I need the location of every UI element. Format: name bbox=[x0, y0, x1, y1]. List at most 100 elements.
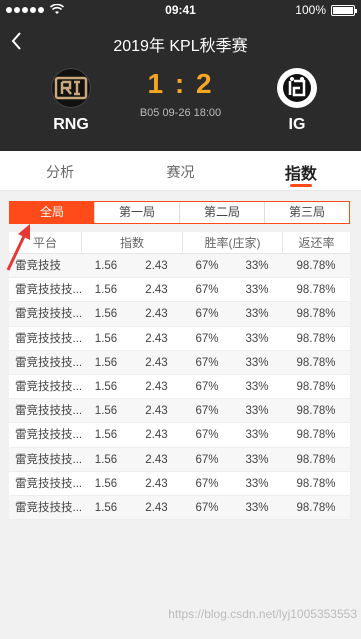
cell-odds-away: 2.43 bbox=[145, 284, 168, 297]
cell-return-rate: 98.78% bbox=[296, 477, 336, 490]
cell-return-rate: 98.78% bbox=[296, 501, 336, 514]
cell-return-rate: 98.78% bbox=[296, 453, 336, 466]
table-row[interactable]: 雷竞技技技... 1.56 2.43 67% 33% 98.78% bbox=[9, 423, 350, 448]
cell-winrate-home: 67% bbox=[195, 477, 219, 490]
cell-odds-home: 1.56 bbox=[94, 332, 118, 345]
table-row[interactable]: 雷竞技技技... 1.56 2.43 67% 33% 98.78% bbox=[9, 447, 350, 472]
cell-platform: 雷竞技技技... bbox=[15, 429, 81, 442]
table-row[interactable]: 雷竞技技 1.56 2.43 67% 33% 98.78% bbox=[9, 254, 350, 279]
cell-return-rate: 98.78% bbox=[296, 429, 336, 442]
cell-odds-home: 1.56 bbox=[94, 260, 118, 272]
cell-winrate-home: 67% bbox=[195, 284, 219, 297]
table-row[interactable]: 雷竞技技技... 1.56 2.43 67% 33% 98.78% bbox=[9, 302, 350, 327]
page-title: 2019年 KPL秋季赛 bbox=[113, 38, 248, 55]
cell-platform: 雷竞技技技... bbox=[15, 453, 81, 466]
odds-table: 平台 指数 胜率(庄家) 返还率 雷竞技技 1.56 2.43 67% 33% 98.78… bbox=[9, 232, 350, 521]
cell-return-rate: 98.78% bbox=[296, 332, 336, 345]
cell-odds-home: 1.56 bbox=[94, 429, 118, 442]
cell-platform: 雷竞技技技... bbox=[15, 380, 81, 393]
watermark: https://blog.csdn.net/lyj1005353553 bbox=[168, 607, 357, 621]
cell-winrate-away: 33% bbox=[245, 332, 269, 345]
table-body: 雷竞技技 1.56 2.43 67% 33% 98.78% 雷竞技技技... 1.56 2.43… bbox=[9, 254, 350, 521]
tab-analysis[interactable]: 分析 bbox=[0, 151, 120, 190]
cell-return-rate: 98.78% bbox=[296, 284, 336, 297]
cell-odds-home: 1.56 bbox=[94, 501, 118, 514]
table-row[interactable]: 雷竞技技技... 1.56 2.43 67% 33% 98.78% bbox=[9, 472, 350, 496]
segment-round-1[interactable]: 第一局 bbox=[94, 202, 179, 223]
cell-odds-away: 2.43 bbox=[145, 477, 168, 490]
cell-odds-home: 1.56 bbox=[94, 308, 118, 321]
header-return: 返还率 bbox=[282, 232, 350, 253]
round-selector: 全局 第一局 第二局 第三局 bbox=[9, 201, 350, 224]
segment-round-2[interactable]: 第二局 bbox=[179, 202, 264, 223]
segment-all[interactable]: 全局 bbox=[10, 202, 94, 223]
cell-winrate-home: 67% bbox=[195, 332, 219, 345]
cell-odds-away: 2.43 bbox=[145, 332, 168, 345]
cell-winrate-away: 33% bbox=[245, 453, 269, 466]
segment-round-3[interactable]: 第三局 bbox=[264, 202, 349, 223]
cell-platform: 雷竞技技技... bbox=[15, 477, 81, 490]
cell-winrate-home: 67% bbox=[195, 356, 219, 369]
table-row[interactable]: 雷竞技技技... 1.56 2.43 67% 33% 98.78% bbox=[9, 399, 350, 424]
cell-odds-away: 2.43 bbox=[145, 405, 168, 418]
cell-winrate-home: 67% bbox=[195, 429, 219, 442]
cell-winrate-away: 33% bbox=[245, 380, 269, 393]
cell-return-rate: 98.78% bbox=[296, 260, 336, 272]
tab-match-status[interactable]: 赛况 bbox=[120, 151, 240, 190]
cell-winrate-away: 33% bbox=[245, 405, 269, 418]
table-row[interactable]: 雷竞技技技... 1.56 2.43 67% 33% 98.78% bbox=[9, 495, 350, 521]
cell-winrate-away: 33% bbox=[245, 429, 269, 442]
tab-bar: 分析 赛况 指数 bbox=[0, 151, 361, 191]
cell-winrate-home: 67% bbox=[195, 453, 219, 466]
cell-odds-away: 2.43 bbox=[145, 356, 168, 369]
cell-winrate-away: 33% bbox=[245, 501, 269, 514]
status-bar: 09:41 100% bbox=[0, 0, 361, 20]
cell-winrate-home: 67% bbox=[195, 380, 219, 393]
cell-platform: 雷竞技技技... bbox=[15, 284, 81, 297]
cell-odds-home: 1.56 bbox=[94, 477, 118, 490]
cell-odds-home: 1.56 bbox=[94, 356, 118, 369]
cell-odds-home: 1.56 bbox=[94, 453, 118, 466]
annotation-arrow-icon bbox=[6, 224, 30, 271]
cell-odds-away: 2.43 bbox=[145, 380, 168, 393]
cell-odds-away: 2.43 bbox=[145, 453, 168, 466]
cell-odds-home: 1.56 bbox=[94, 284, 118, 297]
nav-bar: 2019年 KPL秋季赛 bbox=[0, 24, 361, 60]
ig-logo-icon bbox=[283, 74, 311, 102]
cell-return-rate: 98.78% bbox=[296, 356, 336, 369]
header-index: 指数 bbox=[81, 232, 182, 253]
cell-return-rate: 98.78% bbox=[296, 380, 336, 393]
cell-winrate-away: 33% bbox=[245, 356, 269, 369]
away-team-name: IG bbox=[288, 116, 306, 133]
table-row[interactable]: 雷竞技技技... 1.56 2.43 67% 33% 98.78% bbox=[9, 375, 350, 400]
header-winrate: 胜率(庄家) bbox=[182, 232, 282, 253]
match-header: 09:41 100% 2019年 KPL秋季赛 RNG 1 : 2 B05 09… bbox=[0, 0, 361, 151]
cell-platform: 雷竞技技技... bbox=[15, 332, 81, 345]
cell-odds-away: 2.43 bbox=[145, 429, 168, 442]
table-row[interactable]: 雷竞技技技... 1.56 2.43 67% 33% 98.78% bbox=[9, 327, 350, 351]
cell-odds-away: 2.43 bbox=[145, 260, 168, 272]
cell-odds-home: 1.56 bbox=[94, 380, 118, 393]
cell-return-rate: 98.78% bbox=[296, 405, 336, 418]
table-row[interactable]: 雷竞技技技... 1.56 2.43 67% 33% 98.78% bbox=[9, 350, 350, 375]
cell-platform: 雷竞技技技... bbox=[15, 356, 81, 369]
battery-icon bbox=[331, 4, 357, 16]
tab-index[interactable]: 指数 bbox=[241, 151, 361, 190]
table-row[interactable]: 雷竞技技技... 1.56 2.43 67% 33% 98.78% bbox=[9, 278, 350, 303]
cell-odds-away: 2.43 bbox=[145, 501, 168, 514]
cell-winrate-home: 67% bbox=[195, 260, 219, 272]
cell-winrate-away: 33% bbox=[245, 477, 269, 490]
cell-winrate-away: 33% bbox=[245, 284, 269, 297]
cell-winrate-away: 33% bbox=[245, 260, 269, 272]
cell-odds-away: 2.43 bbox=[145, 308, 168, 321]
battery-percent: 100% bbox=[295, 3, 326, 17]
cell-winrate-home: 67% bbox=[195, 308, 219, 321]
cell-return-rate: 98.78% bbox=[296, 308, 336, 321]
ig-logo bbox=[277, 68, 317, 108]
cell-winrate-home: 67% bbox=[195, 501, 219, 514]
table-header: 平台 指数 胜率(庄家) 返还率 bbox=[9, 232, 350, 254]
cell-platform: 雷竞技技技... bbox=[15, 308, 81, 321]
cell-winrate-home: 67% bbox=[195, 405, 219, 418]
cell-winrate-away: 33% bbox=[245, 308, 269, 321]
away-team[interactable]: IG bbox=[262, 68, 332, 134]
